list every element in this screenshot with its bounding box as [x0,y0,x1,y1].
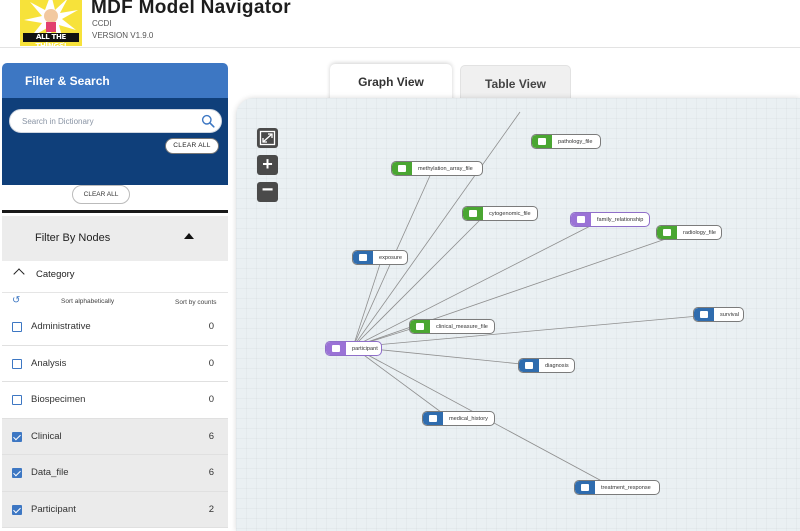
reset-sort-icon[interactable]: ↺ [12,295,20,306]
tab-table-view[interactable]: Table View [460,65,571,99]
medical-bag-icon [353,251,373,264]
logo-banner: ALL THE THINGS! [23,33,79,46]
graph-node-participant[interactable]: participant [325,341,382,356]
filter-search-body: CLEAR ALL [2,98,228,185]
app-header: ALL THE THINGS! MDF Model Navigator CCDI… [0,0,800,48]
category-checkbox[interactable] [12,431,22,442]
category-row-label: Participant [31,503,76,515]
category-row-label: Data_file [31,467,69,478]
graph-node-clinical-measure-file[interactable]: clinical_measure_file [409,319,495,334]
sort-by-counts-button[interactable]: Sort by counts [175,299,217,306]
graph-node-treatment-response[interactable]: treatment_response [574,480,660,495]
clear-all-area: CLEAR ALL [2,185,228,213]
sort-alphabetically-button[interactable]: Sort alphabetically [61,298,114,305]
file-icon [657,226,677,239]
category-checkbox[interactable] [12,504,22,515]
search-input[interactable] [22,114,192,129]
category-list: Administrative 0 Analysis 0 Biospecimen … [2,309,228,528]
search-clear-all-button[interactable]: CLEAR ALL [165,138,219,154]
category-row-count: 6 [208,467,214,478]
file-icon [463,207,483,220]
filter-by-nodes-header[interactable]: Filter By Nodes [2,216,228,261]
category-row-participant[interactable]: Participant 2 [2,491,228,528]
category-row-count: 0 [208,357,214,369]
category-row-administrative[interactable]: Administrative 0 [2,309,228,346]
app-version: VERSION V1.9.0 [92,31,154,40]
category-row-label: Clinical [31,430,62,442]
medical-bag-icon [694,308,714,321]
category-checkbox[interactable] [12,395,22,405]
app-title: MDF Model Navigator [91,0,291,18]
app-subtitle: CCDI [92,19,112,28]
category-row-label: Analysis [31,357,67,369]
chevron-up-icon [13,268,25,280]
graph-canvas[interactable]: + − pathology_file methylation_array_fil… [236,98,800,531]
category-row-analysis[interactable]: Analysis 0 [2,345,228,382]
caret-up-icon [184,233,194,239]
file-icon [410,320,430,333]
graph-node-family-relationship[interactable]: family_relationship [570,212,650,227]
category-row-count: 0 [208,394,214,405]
medical-bag-icon [575,481,595,494]
category-row-biospecimen[interactable]: Biospecimen 0 [2,382,228,419]
graph-node-medical-history[interactable]: medical_history [422,411,495,426]
category-header[interactable]: Category [2,261,228,293]
filter-search-title: Filter & Search [25,74,110,88]
book-icon [571,213,591,226]
tab-graph-view[interactable]: Graph View [330,64,452,102]
search-box [9,109,222,133]
category-checkbox[interactable] [12,322,22,332]
file-icon [532,135,552,148]
filter-by-nodes-label: Filter By Nodes [35,232,111,244]
plus-icon: + [262,154,273,174]
search-icon[interactable] [201,114,215,128]
graph-node-survival[interactable]: survival [693,307,744,322]
graph-node-methylation-array-file[interactable]: methylation_array_file [391,161,483,176]
fit-view-button[interactable] [257,128,278,148]
category-row-count: 6 [208,430,214,442]
category-checkbox[interactable] [12,358,22,369]
category-row-label: Administrative [31,321,91,332]
category-row-data-file[interactable]: Data_file 6 [2,455,228,492]
category-checkbox[interactable] [12,468,22,478]
category-label: Category [36,269,75,280]
medical-bag-icon [519,359,539,372]
app-logo: ALL THE THINGS! [20,0,82,46]
filter-search-header: Filter & Search [2,63,228,98]
expand-icon [259,130,276,146]
minus-icon: − [261,179,274,201]
category-row-count: 0 [208,321,214,332]
graph-node-cytogenomic-file[interactable]: cytogenomic_file [462,206,538,221]
medical-bag-icon [423,412,443,425]
book-icon [326,342,346,355]
zoom-in-button[interactable]: + [257,155,278,175]
zoom-out-button[interactable]: − [257,179,278,202]
graph-node-radiology-file[interactable]: radiology_file [656,225,722,240]
category-row-count: 2 [208,503,214,515]
graph-node-pathology-file[interactable]: pathology_file [531,134,601,149]
graph-node-exposure[interactable]: exposure [352,250,408,265]
file-icon [392,162,412,175]
graph-node-diagnosis[interactable]: diagnosis [518,358,575,373]
category-row-clinical[interactable]: Clinical 6 [2,418,228,455]
filters-clear-all-button[interactable]: CLEAR ALL [72,185,130,204]
filter-panel: Filter & Search CLEAR ALL CLEAR ALL Filt… [0,63,228,531]
category-row-label: Biospecimen [31,394,86,405]
